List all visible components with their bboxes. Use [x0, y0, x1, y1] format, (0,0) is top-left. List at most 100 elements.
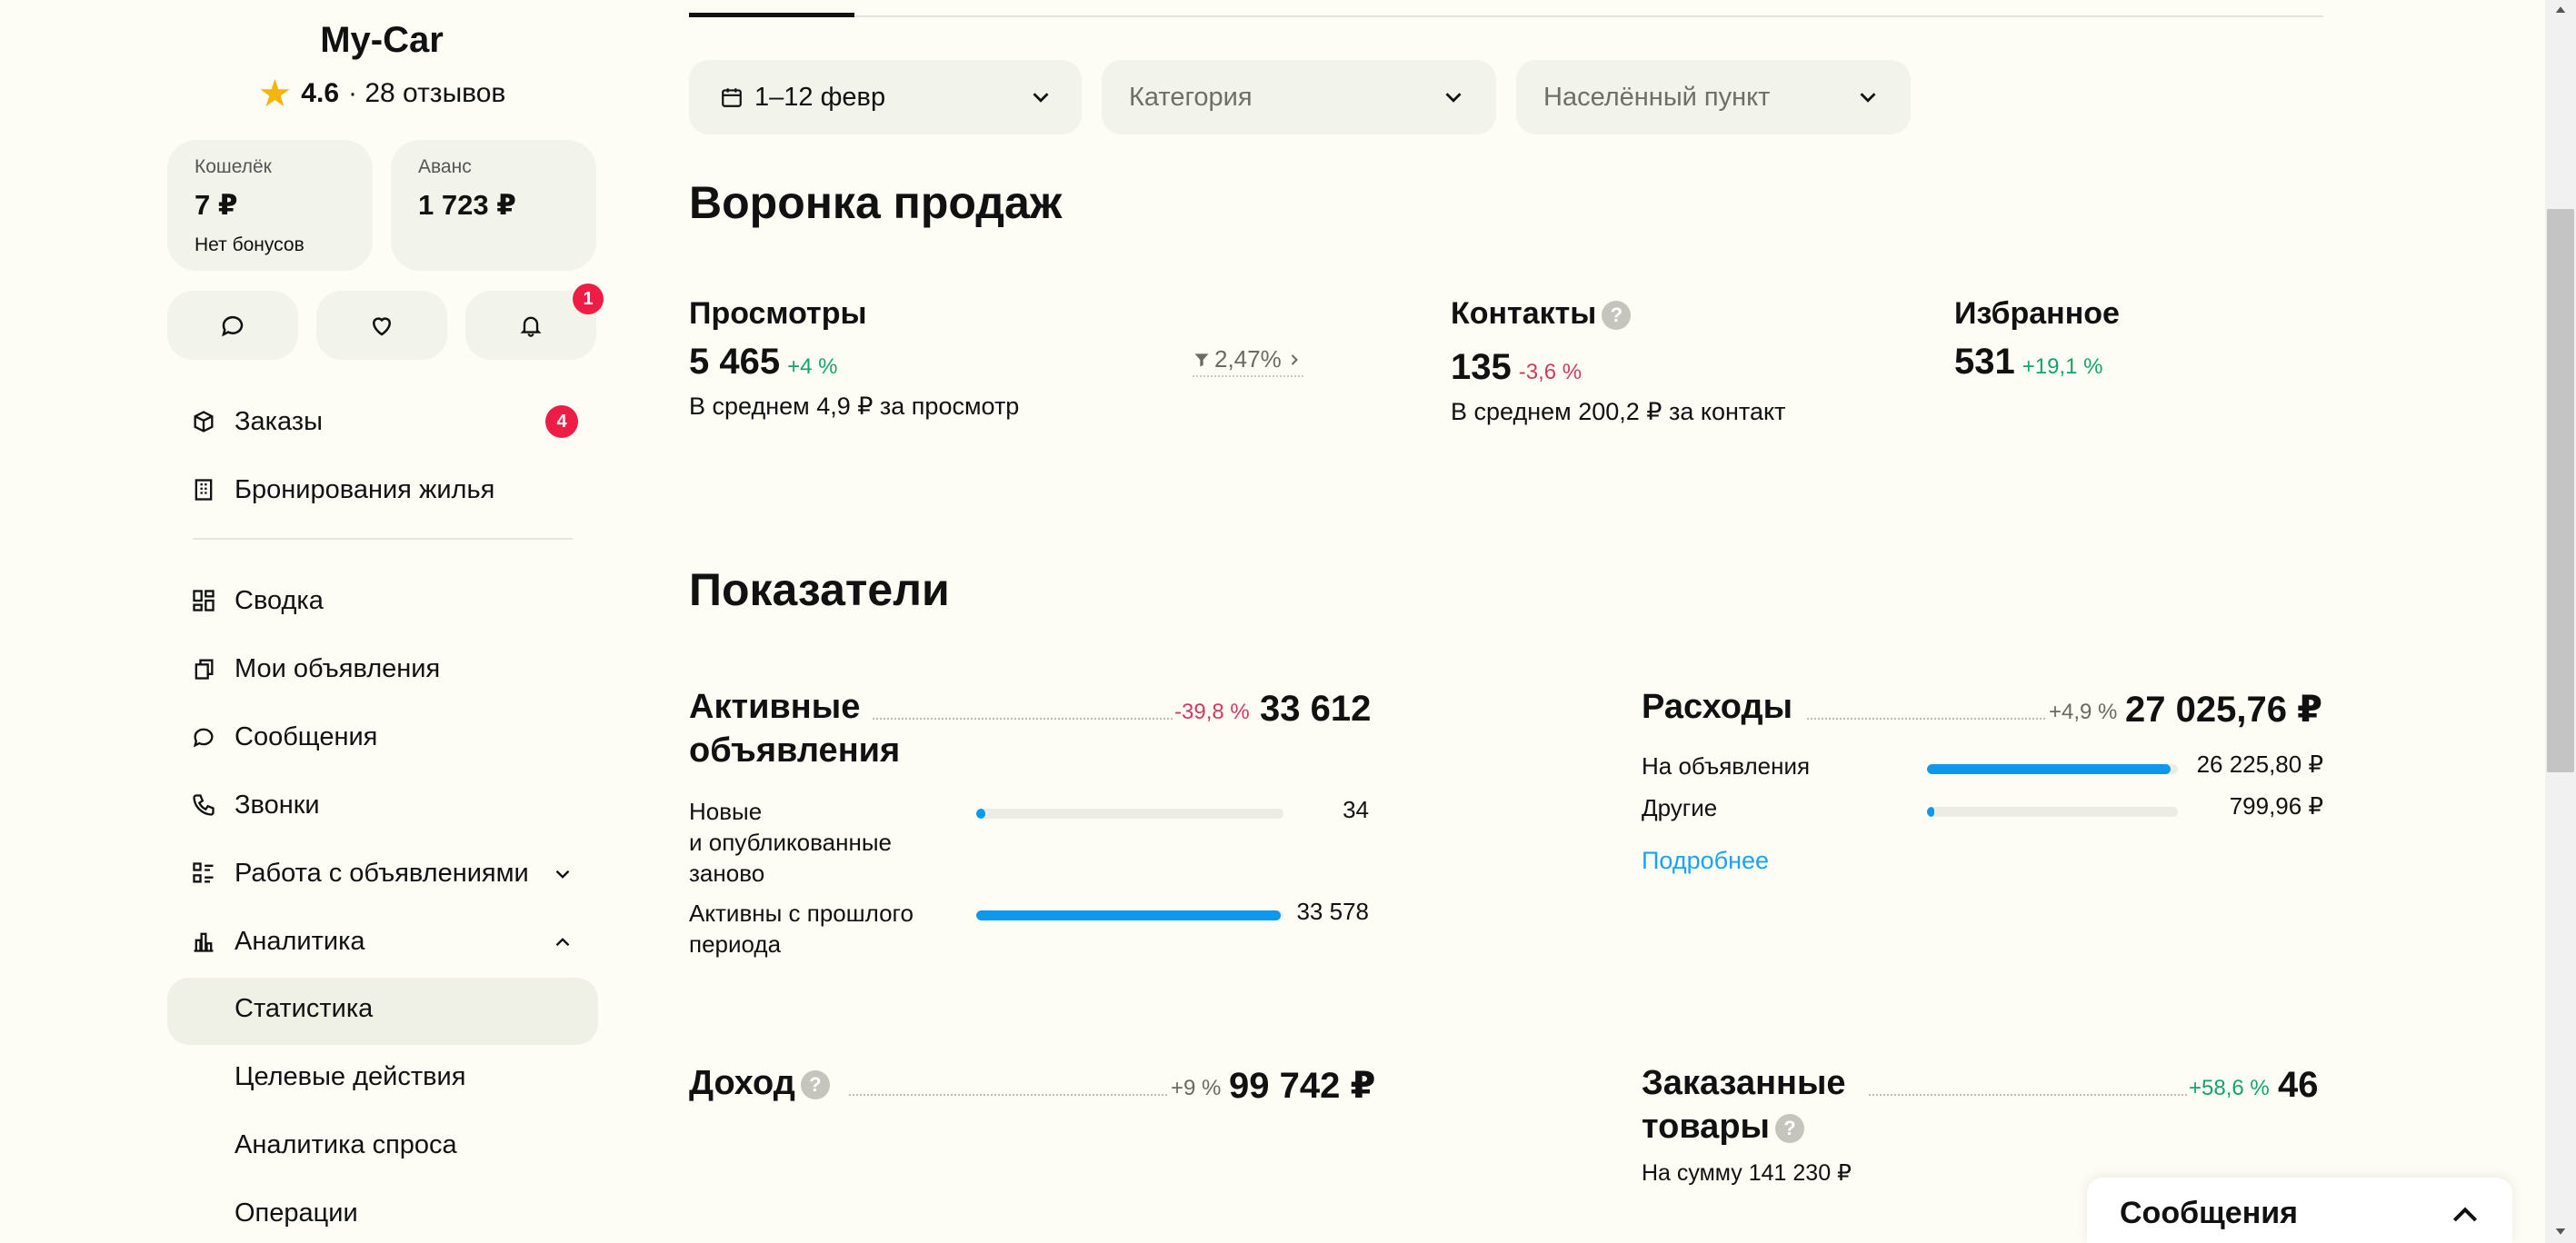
- bar-fill: [976, 809, 986, 819]
- contacts-label: Контакты: [1451, 296, 1597, 331]
- wallet-bonus: Нет бонусов: [195, 234, 305, 255]
- locality-filter[interactable]: Населённый пункт: [1516, 60, 1911, 134]
- star-icon: ★: [257, 72, 293, 114]
- income-value: 99 742 ₽: [1229, 1066, 1376, 1106]
- expenses-other-value: 799,96 ₽: [2229, 792, 2323, 820]
- dashboard-icon: [193, 590, 215, 612]
- expenses-ads-value: 26 225,80 ₽: [2196, 751, 2323, 778]
- favorites-metric: 531 +19,1 %: [1954, 342, 2102, 383]
- chat-bubble-icon: [222, 315, 244, 337]
- contacts-metric: 135 -3,6 %: [1451, 347, 1582, 388]
- contacts-average: В среднем 200,2 ₽ за контакт: [1451, 398, 1786, 425]
- expenses-delta: +4,9 %: [2049, 700, 2118, 724]
- ordered-goods-title-line2: товары: [1642, 1108, 1770, 1146]
- contacts-delta: -3,6 %: [1518, 360, 1583, 384]
- active-ads-new-bar: [976, 809, 1283, 819]
- label-line: заново: [689, 860, 765, 887]
- conversion-value: 2,47%: [1214, 345, 1282, 373]
- help-icon[interactable]: ?: [1774, 1113, 1804, 1143]
- filter-funnel-icon: [1194, 353, 1209, 366]
- bell-icon: [520, 316, 542, 337]
- chevron-down-icon[interactable]: [551, 862, 574, 886]
- sidebar-subitem-demand[interactable]: Аналитика спроса: [235, 1130, 457, 1160]
- chevron-up-icon[interactable]: [2447, 1198, 2483, 1234]
- sidebar-item-label: Сводка: [235, 586, 324, 615]
- messages-widget[interactable]: Сообщения: [2087, 1178, 2512, 1243]
- income-title-row: Доход?: [689, 1061, 830, 1105]
- expenses-other-bar: [1927, 807, 2178, 817]
- sidebar-subitem-operations[interactable]: Операции: [235, 1198, 358, 1228]
- active-ads-prev-value: 33 578: [1296, 898, 1369, 925]
- dotted-leader: [1869, 1094, 2187, 1096]
- calendar-icon: [722, 88, 742, 107]
- sidebar-subitem-active-bg: [167, 978, 598, 1045]
- income-delta: +9 %: [1171, 1076, 1222, 1100]
- label-line: Новые: [689, 798, 763, 825]
- sidebar-subitem-target-actions[interactable]: Целевые действия: [235, 1062, 465, 1092]
- ordered-goods-title-line2-row: товары?: [1642, 1105, 1846, 1149]
- advance-value: 1 723 ₽: [418, 189, 516, 221]
- advance-card[interactable]: Аванс 1 723 ₽: [391, 140, 596, 271]
- chevron-right-icon: [1291, 353, 1298, 365]
- bar-fill: [976, 910, 1281, 920]
- wallet-label: Кошелёк: [195, 156, 272, 177]
- expenses-other-label: Другие: [1642, 794, 1718, 821]
- active-ads-title-line1: Активные: [689, 688, 861, 726]
- wallet-value: 7 ₽: [195, 189, 238, 221]
- category-filter-placeholder: Категория: [1129, 82, 1253, 112]
- category-filter[interactable]: Категория: [1102, 60, 1496, 134]
- advance-label: Аванс: [418, 156, 472, 177]
- contacts-label-row: Контакты?: [1451, 296, 1632, 332]
- chevron-down-icon: [1445, 93, 1462, 103]
- messages-widget-title: Сообщения: [2120, 1196, 2298, 1230]
- chevron-up-icon[interactable]: [551, 930, 574, 954]
- sidebar-divider: [193, 538, 573, 540]
- building-icon: [195, 479, 213, 501]
- active-tab-indicator: [689, 13, 854, 17]
- views-average: В среднем 4,9 ₽ за просмотр: [689, 393, 1020, 420]
- active-ads-prev-bar: [976, 910, 1283, 920]
- active-ads-prev-label: Активны с прошлого периода: [689, 898, 914, 960]
- wallet-card[interactable]: Кошелёк 7 ₽ Нет бонусов: [167, 140, 373, 271]
- ordered-goods-value: 46: [2278, 1065, 2319, 1105]
- ordered-goods-sum: На сумму 141 230 ₽: [1642, 1160, 1852, 1186]
- help-icon[interactable]: ?: [800, 1069, 830, 1099]
- rating[interactable]: ★ 4.6 · 28 отзывов: [167, 75, 596, 113]
- sidebar-item-label: Сообщения: [235, 722, 378, 751]
- views-delta: +4 %: [787, 354, 838, 379]
- active-ads-new-value: 34: [1343, 796, 1369, 823]
- scrollbar-thumb[interactable]: [2547, 209, 2574, 772]
- help-icon[interactable]: ?: [1602, 301, 1632, 331]
- chevron-down-icon: [1860, 93, 1876, 103]
- date-filter[interactable]: 1–12 февр: [689, 60, 1082, 134]
- active-ads-value: 33 612: [1260, 689, 1372, 729]
- ordered-goods-title-line1: Заказанные: [1642, 1064, 1846, 1102]
- orders-badge: 4: [545, 405, 578, 438]
- scroll-up-arrow-icon[interactable]: [2552, 2, 2569, 18]
- sidebar-item-label: Бронирования жилья: [235, 475, 495, 504]
- sidebar-subitem-statistics[interactable]: Статистика: [235, 994, 373, 1024]
- conversion-rate[interactable]: 2,47%: [1193, 345, 1303, 377]
- expenses-more-link[interactable]: Подробнее: [1642, 847, 1769, 875]
- funnel-title: Воронка продаж: [689, 177, 1063, 228]
- copy-icon: [195, 659, 214, 680]
- favorites-button[interactable]: [316, 291, 447, 360]
- scroll-down-arrow-icon[interactable]: [2552, 1223, 2569, 1239]
- favorites-value: 531: [1954, 342, 2015, 382]
- sidebar-item-label: Звонки: [235, 791, 320, 820]
- dotted-leader: [873, 718, 1173, 720]
- phone-icon: [193, 794, 215, 816]
- active-ads-title: Активные объявления: [689, 685, 900, 772]
- sidebar: My-Car ★ 4.6 · 28 отзывов Кошелёк 7 ₽ Не…: [0, 0, 636, 1243]
- views-label: Просмотры: [689, 296, 867, 331]
- sidebar-item-label: Работа с объявлениями: [235, 859, 529, 888]
- bar-fill: [1927, 807, 1935, 817]
- favorites-label: Избранное: [1954, 296, 2120, 331]
- chat-button[interactable]: [167, 291, 298, 360]
- active-ads-delta: -39,8 %: [1174, 700, 1250, 724]
- views-value: 5 465: [689, 342, 781, 382]
- shop-name[interactable]: My-Car: [167, 20, 596, 61]
- active-ads-title-line2: объявления: [689, 731, 901, 770]
- list-icon: [193, 862, 214, 883]
- favorites-delta: +19,1 %: [2022, 354, 2103, 379]
